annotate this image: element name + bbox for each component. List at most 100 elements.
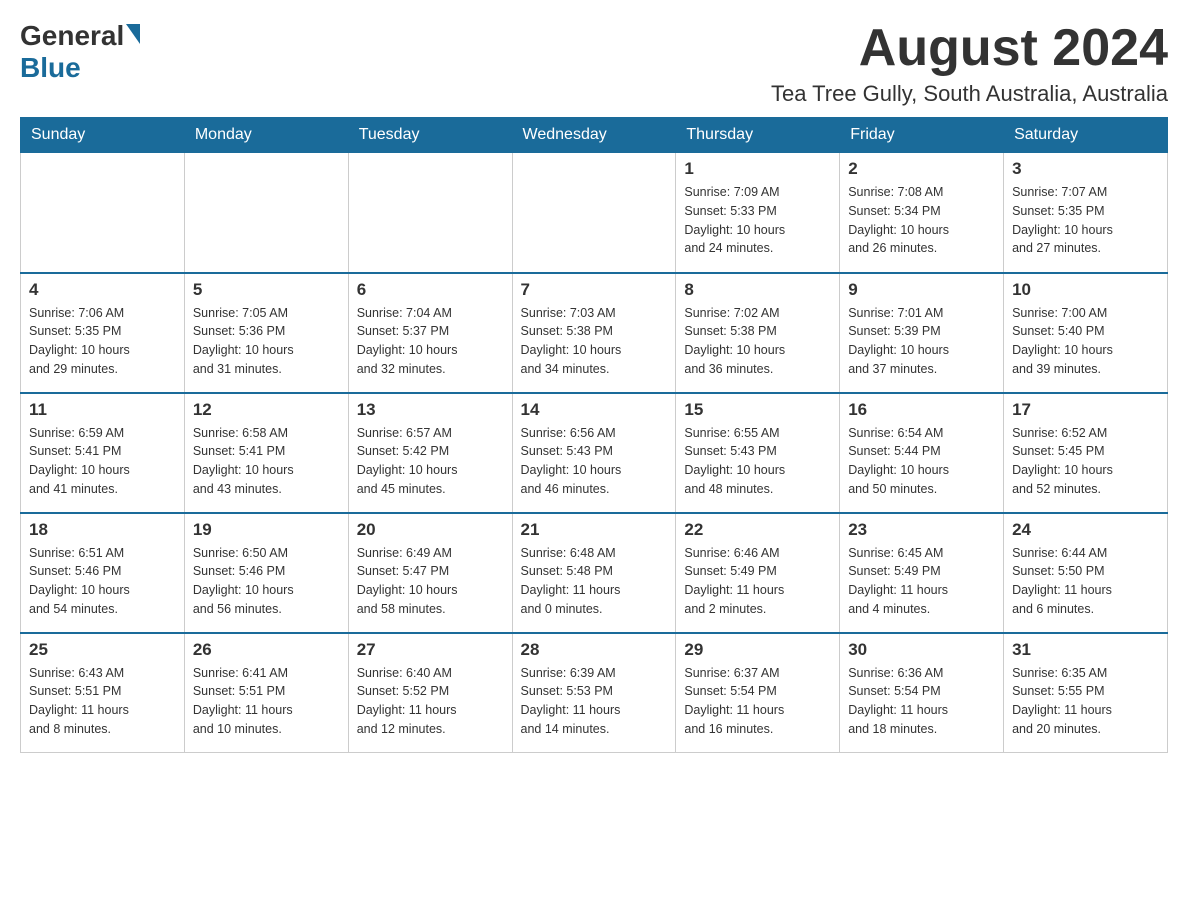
calendar-cell: 7 Sunrise: 7:03 AMSunset: 5:38 PMDaylight…: [512, 273, 676, 393]
calendar-cell: [512, 153, 676, 273]
day-number: 8: [684, 280, 831, 300]
day-number: 3: [1012, 159, 1159, 179]
day-number: 21: [521, 520, 668, 540]
calendar-cell: 31 Sunrise: 6:35 AMSunset: 5:55 PMDayligh…: [1004, 633, 1168, 753]
calendar-cell: 9 Sunrise: 7:01 AMSunset: 5:39 PMDaylight…: [840, 273, 1004, 393]
day-number: 7: [521, 280, 668, 300]
day-info: Sunrise: 7:00 AMSunset: 5:40 PMDaylight:…: [1012, 304, 1159, 379]
day-info: Sunrise: 6:54 AMSunset: 5:44 PMDaylight:…: [848, 424, 995, 499]
day-info: Sunrise: 7:02 AMSunset: 5:38 PMDaylight:…: [684, 304, 831, 379]
day-info: Sunrise: 6:41 AMSunset: 5:51 PMDaylight:…: [193, 664, 340, 739]
calendar-cell: 21 Sunrise: 6:48 AMSunset: 5:48 PMDayligh…: [512, 513, 676, 633]
day-number: 29: [684, 640, 831, 660]
day-number: 15: [684, 400, 831, 420]
calendar-week-row: 25 Sunrise: 6:43 AMSunset: 5:51 PMDayligh…: [21, 633, 1168, 753]
day-number: 22: [684, 520, 831, 540]
day-info: Sunrise: 6:59 AMSunset: 5:41 PMDaylight:…: [29, 424, 176, 499]
calendar-cell: 17 Sunrise: 6:52 AMSunset: 5:45 PMDayligh…: [1004, 393, 1168, 513]
calendar-cell: 14Sunrise: 6:56 AMSunset: 5:43 PMDayligh…: [512, 393, 676, 513]
day-info: Sunrise: 7:03 AMSunset: 5:38 PMDaylight:…: [521, 304, 668, 379]
day-number: 16: [848, 400, 995, 420]
calendar-cell: 30 Sunrise: 6:36 AMSunset: 5:54 PMDayligh…: [840, 633, 1004, 753]
day-info: Sunrise: 6:52 AMSunset: 5:45 PMDaylight:…: [1012, 424, 1159, 499]
calendar-cell: 8 Sunrise: 7:02 AMSunset: 5:38 PMDaylight…: [676, 273, 840, 393]
day-info: Sunrise: 6:43 AMSunset: 5:51 PMDaylight:…: [29, 664, 176, 739]
calendar-cell: 29 Sunrise: 6:37 AMSunset: 5:54 PMDayligh…: [676, 633, 840, 753]
calendar-cell: 4 Sunrise: 7:06 AMSunset: 5:35 PMDaylight…: [21, 273, 185, 393]
day-info: Sunrise: 7:01 AMSunset: 5:39 PMDaylight:…: [848, 304, 995, 379]
day-info: Sunrise: 6:36 AMSunset: 5:54 PMDaylight:…: [848, 664, 995, 739]
day-info: Sunrise: 6:39 AMSunset: 5:53 PMDaylight:…: [521, 664, 668, 739]
weekday-header-tuesday: Tuesday: [348, 118, 512, 153]
location-title: Tea Tree Gully, South Australia, Austral…: [771, 81, 1168, 107]
calendar-cell: 27 Sunrise: 6:40 AMSunset: 5:52 PMDayligh…: [348, 633, 512, 753]
calendar-week-row: 1 Sunrise: 7:09 AMSunset: 5:33 PMDaylight…: [21, 153, 1168, 273]
calendar-cell: 19 Sunrise: 6:50 AMSunset: 5:46 PMDayligh…: [184, 513, 348, 633]
calendar-cell: 28 Sunrise: 6:39 AMSunset: 5:53 PMDayligh…: [512, 633, 676, 753]
day-info: Sunrise: 6:45 AMSunset: 5:49 PMDaylight:…: [848, 544, 995, 619]
day-number: 18: [29, 520, 176, 540]
calendar-cell: 2Sunrise: 7:08 AMSunset: 5:34 PMDaylight…: [840, 153, 1004, 273]
day-number: 17: [1012, 400, 1159, 420]
month-title: August 2024: [771, 20, 1168, 77]
day-number: 11: [29, 400, 176, 420]
calendar-cell: 25 Sunrise: 6:43 AMSunset: 5:51 PMDayligh…: [21, 633, 185, 753]
day-number: 13: [357, 400, 504, 420]
weekday-header-saturday: Saturday: [1004, 118, 1168, 153]
day-info: Sunrise: 6:49 AMSunset: 5:47 PMDaylight:…: [357, 544, 504, 619]
day-info: Sunrise: 6:40 AMSunset: 5:52 PMDaylight:…: [357, 664, 504, 739]
day-number: 19: [193, 520, 340, 540]
calendar-cell: [184, 153, 348, 273]
day-info: Sunrise: 7:05 AMSunset: 5:36 PMDaylight:…: [193, 304, 340, 379]
weekday-header-monday: Monday: [184, 118, 348, 153]
day-number: 31: [1012, 640, 1159, 660]
calendar-cell: 3 Sunrise: 7:07 AMSunset: 5:35 PMDaylight…: [1004, 153, 1168, 273]
day-info: Sunrise: 6:46 AMSunset: 5:49 PMDaylight:…: [684, 544, 831, 619]
calendar-week-row: 18 Sunrise: 6:51 AMSunset: 5:46 PMDayligh…: [21, 513, 1168, 633]
day-number: 9: [848, 280, 995, 300]
logo-arrow-icon: [126, 24, 140, 44]
day-number: 2: [848, 159, 995, 179]
title-area: August 2024 Tea Tree Gully, South Austra…: [771, 20, 1168, 107]
calendar-cell: 10Sunrise: 7:00 AMSunset: 5:40 PMDayligh…: [1004, 273, 1168, 393]
day-info: Sunrise: 7:06 AMSunset: 5:35 PMDaylight:…: [29, 304, 176, 379]
day-number: 1: [684, 159, 831, 179]
day-info: Sunrise: 7:07 AMSunset: 5:35 PMDaylight:…: [1012, 183, 1159, 258]
weekday-header-thursday: Thursday: [676, 118, 840, 153]
day-info: Sunrise: 6:37 AMSunset: 5:54 PMDaylight:…: [684, 664, 831, 739]
calendar-cell: 26 Sunrise: 6:41 AMSunset: 5:51 PMDayligh…: [184, 633, 348, 753]
day-number: 26: [193, 640, 340, 660]
day-info: Sunrise: 7:09 AMSunset: 5:33 PMDaylight:…: [684, 183, 831, 258]
logo: General Blue: [20, 20, 140, 84]
day-number: 6: [357, 280, 504, 300]
weekday-header-sunday: Sunday: [21, 118, 185, 153]
day-info: Sunrise: 6:58 AMSunset: 5:41 PMDaylight:…: [193, 424, 340, 499]
day-number: 12: [193, 400, 340, 420]
calendar-cell: 16 Sunrise: 6:54 AMSunset: 5:44 PMDayligh…: [840, 393, 1004, 513]
weekday-header-friday: Friday: [840, 118, 1004, 153]
logo-blue-text: Blue: [20, 52, 81, 84]
weekday-header-wednesday: Wednesday: [512, 118, 676, 153]
day-number: 30: [848, 640, 995, 660]
day-info: Sunrise: 6:50 AMSunset: 5:46 PMDaylight:…: [193, 544, 340, 619]
day-number: 28: [521, 640, 668, 660]
day-info: Sunrise: 6:35 AMSunset: 5:55 PMDaylight:…: [1012, 664, 1159, 739]
calendar-week-row: 4 Sunrise: 7:06 AMSunset: 5:35 PMDaylight…: [21, 273, 1168, 393]
day-number: 5: [193, 280, 340, 300]
day-info: Sunrise: 6:56 AMSunset: 5:43 PMDaylight:…: [521, 424, 668, 499]
day-number: 25: [29, 640, 176, 660]
day-info: Sunrise: 6:44 AMSunset: 5:50 PMDaylight:…: [1012, 544, 1159, 619]
day-number: 27: [357, 640, 504, 660]
day-info: Sunrise: 6:51 AMSunset: 5:46 PMDaylight:…: [29, 544, 176, 619]
calendar-cell: 22 Sunrise: 6:46 AMSunset: 5:49 PMDayligh…: [676, 513, 840, 633]
day-info: Sunrise: 6:57 AMSunset: 5:42 PMDaylight:…: [357, 424, 504, 499]
day-number: 4: [29, 280, 176, 300]
calendar-cell: 5 Sunrise: 7:05 AMSunset: 5:36 PMDaylight…: [184, 273, 348, 393]
calendar-cell: 23Sunrise: 6:45 AMSunset: 5:49 PMDayligh…: [840, 513, 1004, 633]
calendar-week-row: 11 Sunrise: 6:59 AMSunset: 5:41 PMDayligh…: [21, 393, 1168, 513]
day-info: Sunrise: 6:48 AMSunset: 5:48 PMDaylight:…: [521, 544, 668, 619]
logo-general-text: General: [20, 20, 124, 52]
day-number: 24: [1012, 520, 1159, 540]
calendar-cell: 18 Sunrise: 6:51 AMSunset: 5:46 PMDayligh…: [21, 513, 185, 633]
day-info: Sunrise: 7:04 AMSunset: 5:37 PMDaylight:…: [357, 304, 504, 379]
